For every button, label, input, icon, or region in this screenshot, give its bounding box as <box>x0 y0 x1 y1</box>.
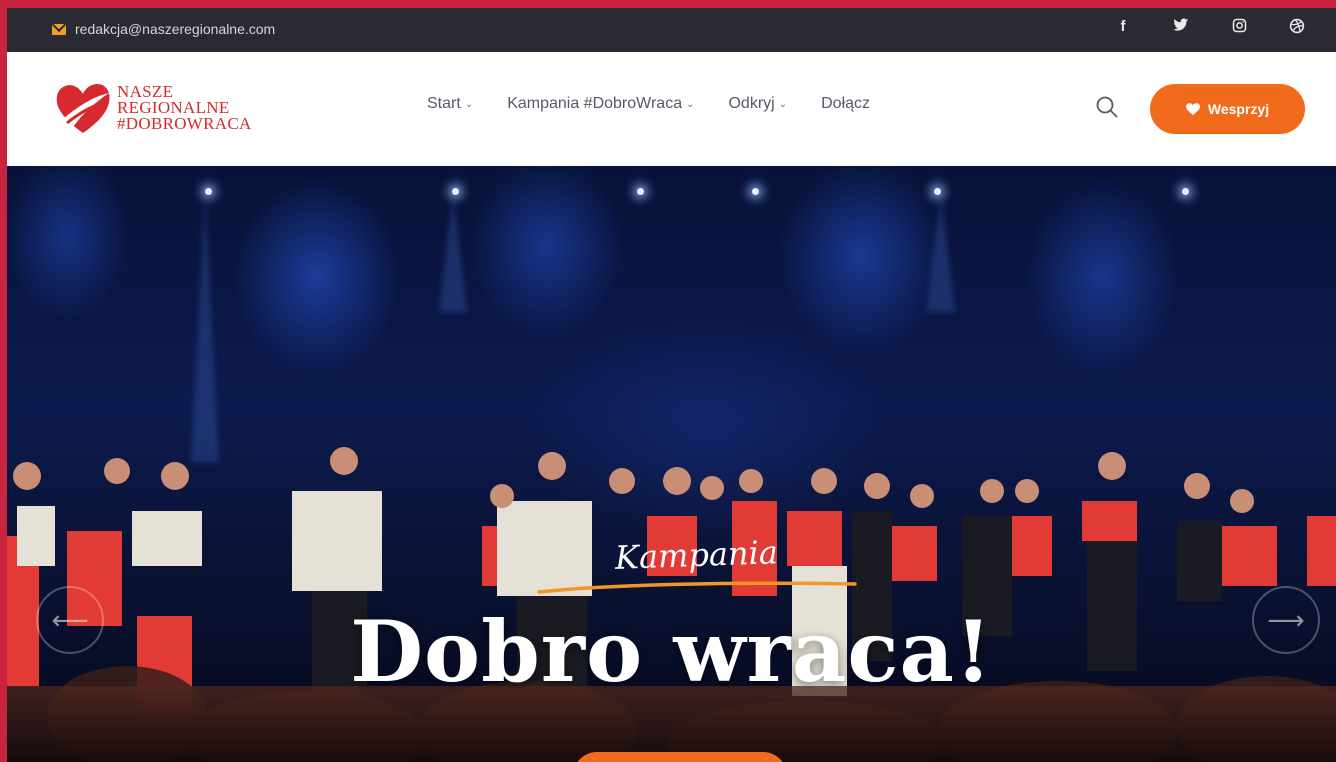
light-beam <box>191 192 219 462</box>
hero-cta-button[interactable] <box>573 752 787 762</box>
light-beam <box>927 192 955 312</box>
arrow-right-icon: ⟶ <box>1267 604 1305 635</box>
nav-dolacz-label: Dołącz <box>821 95 871 112</box>
slider-prev-button[interactable]: ⟵ <box>36 586 104 654</box>
nav-start[interactable]: Start ⌄ <box>427 95 473 113</box>
logo-line-3: #DOBROWRACA <box>117 114 252 133</box>
arrow-left-icon: ⟵ <box>51 604 89 635</box>
nav-start-label: Start <box>427 95 461 112</box>
support-button[interactable]: Wesprzyj <box>1150 84 1305 134</box>
spotlight <box>205 188 212 195</box>
spotlight <box>452 188 459 195</box>
heart-icon <box>1185 102 1200 115</box>
email-text[interactable]: redakcja@naszeregionalne.com <box>75 21 275 37</box>
dribbble-icon[interactable] <box>1288 18 1306 38</box>
spotlight <box>752 188 759 195</box>
heart-logo-icon <box>56 84 110 133</box>
nav-dolacz[interactable]: Dołącz <box>821 95 870 113</box>
site-logo[interactable]: NASZE REGIONALNE #DOBROWRACA <box>53 79 252 137</box>
browser-frame: redakcja@naszeregionalne.com f NASZE REG… <box>7 8 1336 762</box>
social-links: f <box>1114 18 1306 38</box>
swoosh-underline <box>537 581 857 594</box>
support-button-label: Wesprzyj <box>1207 101 1270 117</box>
nav-odkryj-label: Odkryj <box>728 95 775 112</box>
hero-slider: Kampania Dobro wraca! ⟵ ⟶ <box>7 166 1336 762</box>
spotlight <box>934 188 941 195</box>
contact-email[interactable]: redakcja@naszeregionalne.com <box>52 21 275 37</box>
nav-kampania-label: Kampania #DobroWraca <box>507 95 683 112</box>
chevron-down-icon: ⌄ <box>778 98 788 110</box>
main-nav: Start ⌄ Kampania #DobroWraca ⌄ Odkryj ⌄ … <box>427 95 870 113</box>
slider-next-button[interactable]: ⟶ <box>1252 586 1320 654</box>
top-bar: redakcja@naszeregionalne.com f <box>7 8 1336 52</box>
facebook-icon[interactable]: f <box>1114 18 1132 38</box>
envelope-icon <box>52 23 66 35</box>
chevron-down-icon: ⌄ <box>686 98 695 110</box>
chevron-down-icon: ⌄ <box>464 98 474 110</box>
spotlight <box>1182 188 1189 195</box>
nav-odkryj[interactable]: Odkryj ⌄ <box>728 95 787 113</box>
instagram-icon[interactable] <box>1230 18 1248 38</box>
twitter-icon[interactable] <box>1172 18 1190 38</box>
spotlight <box>637 188 644 195</box>
logo-text: NASZE REGIONALNE #DOBROWRACA <box>117 83 252 133</box>
search-icon[interactable] <box>1095 95 1119 119</box>
nav-kampania[interactable]: Kampania #DobroWraca ⌄ <box>507 95 694 113</box>
site-header: NASZE REGIONALNE #DOBROWRACA Start ⌄ Kam… <box>7 52 1336 166</box>
hero-title: Dobro wraca! <box>350 602 993 701</box>
light-beam <box>439 192 467 312</box>
hero-kicker: Kampania <box>614 533 779 577</box>
